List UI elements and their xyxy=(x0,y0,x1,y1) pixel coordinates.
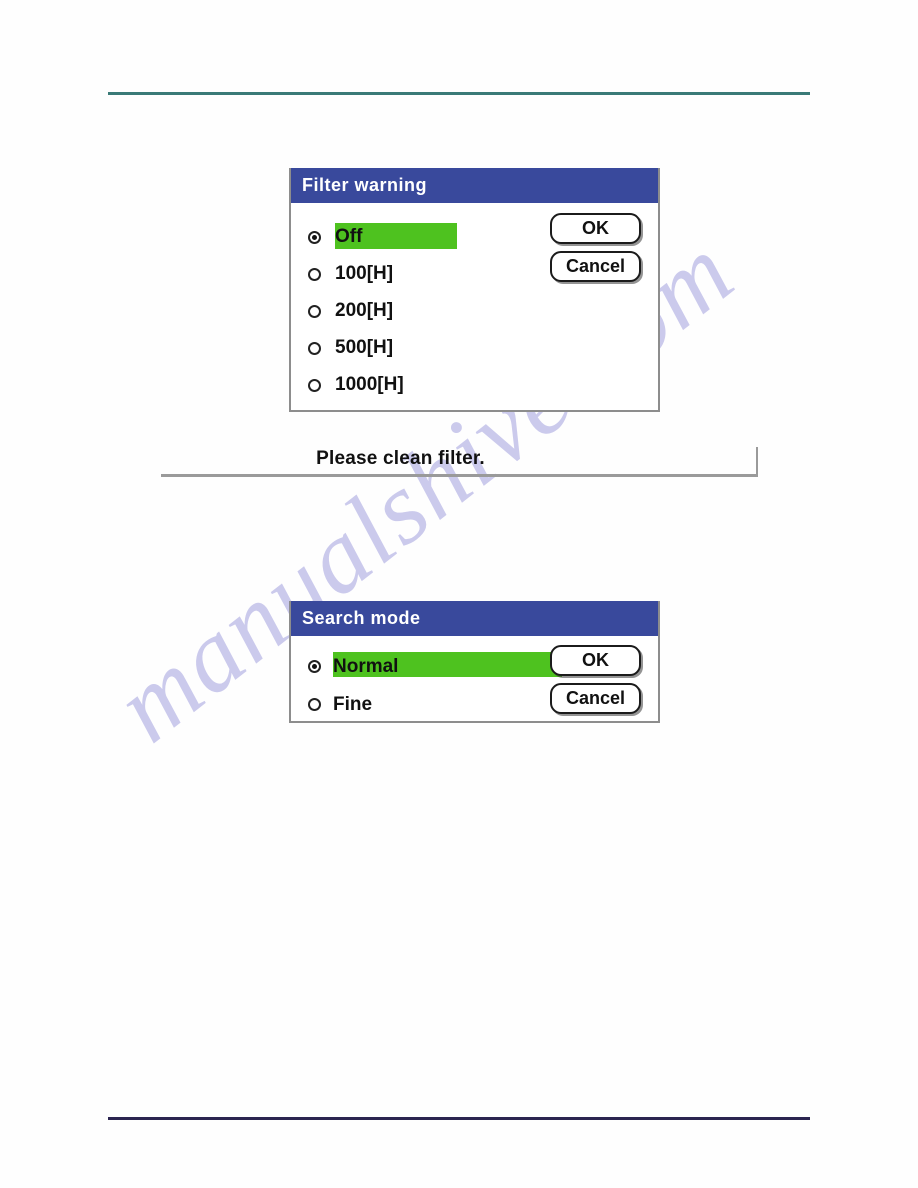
ok-button[interactable]: OK xyxy=(550,212,641,244)
radio-button-icon[interactable] xyxy=(308,267,321,281)
radio-option-fine[interactable]: Fine xyxy=(308,686,398,724)
radio-group-filter-warning: Off 100[H] 200[H] 500[H] 1000[H] xyxy=(308,219,457,404)
radio-button-icon[interactable] xyxy=(308,341,321,355)
radio-option-label: Fine xyxy=(333,693,373,715)
radio-option-label: Normal xyxy=(333,655,399,677)
ok-button[interactable]: OK xyxy=(550,644,641,676)
dialog-title-filter-warning: Filter warning xyxy=(291,168,658,203)
radio-button-icon[interactable] xyxy=(308,230,321,244)
radio-button-icon[interactable] xyxy=(308,378,321,392)
cancel-button[interactable]: Cancel xyxy=(550,682,641,714)
radio-option-100h[interactable]: 100[H] xyxy=(308,256,404,293)
message-text: Please clean filter. xyxy=(316,447,485,469)
radio-option-label: 500[H] xyxy=(335,337,394,359)
radio-option-1000h[interactable]: 1000[H] xyxy=(308,367,404,404)
dialog-filter-warning: Filter warning Off 100[H] 200[H] 500[H] xyxy=(289,168,660,412)
cancel-button[interactable]: Cancel xyxy=(550,250,641,282)
dialog-search-mode: Search mode Normal Fine OK Cancel xyxy=(289,601,660,723)
radio-option-label: 200[H] xyxy=(335,300,394,322)
radio-option-500h[interactable]: 500[H] xyxy=(308,330,404,367)
radio-option-label: 100[H] xyxy=(335,263,394,285)
radio-option-label: 1000[H] xyxy=(335,374,404,396)
dialog-buttons-filter-warning: OK Cancel xyxy=(550,212,641,289)
page-footer-rule xyxy=(108,1117,810,1120)
radio-button-icon[interactable] xyxy=(308,304,321,318)
radio-option-normal[interactable]: Normal xyxy=(308,648,562,686)
radio-button-icon[interactable] xyxy=(308,660,321,674)
message-box-clean-filter: Please clean filter. xyxy=(161,447,758,477)
radio-option-off[interactable]: Off xyxy=(308,219,457,256)
radio-button-icon[interactable] xyxy=(308,698,321,712)
radio-group-search-mode: Normal Fine xyxy=(308,648,562,724)
dialog-buttons-search-mode: OK Cancel xyxy=(550,644,641,721)
radio-option-label: Off xyxy=(335,226,363,248)
radio-option-200h[interactable]: 200[H] xyxy=(308,293,404,330)
dialog-title-search-mode: Search mode xyxy=(291,601,658,636)
page-header-rule xyxy=(108,92,810,95)
